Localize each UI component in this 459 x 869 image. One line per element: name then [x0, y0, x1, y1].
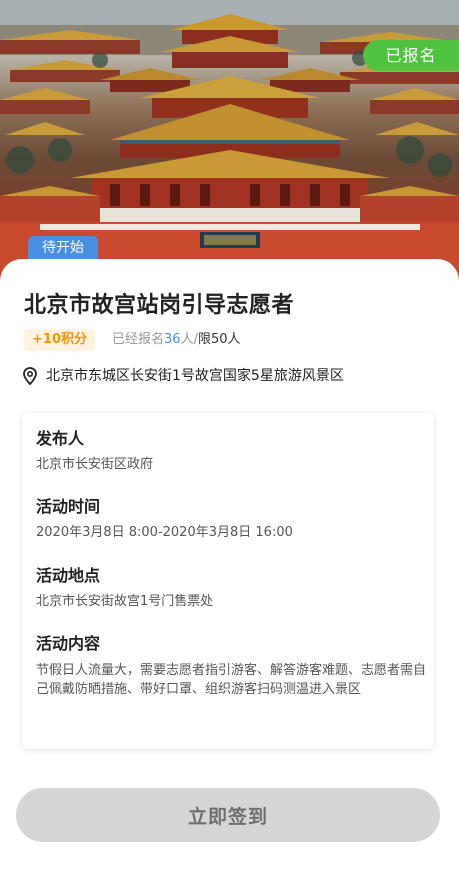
publisher-value: 北京市长安街区政府: [36, 457, 154, 472]
activity-info-card: 发布人 北京市长安街区政府 活动时间 2020年3月8日 8:00-2020年3…: [22, 413, 434, 749]
activity-detail-sheet: 北京市故宫站岗引导志愿者 +10积分 已经报名36人/限50人 北京市东城区长安…: [0, 259, 459, 869]
location-value: 北京市长安街故宫1号门售票处: [36, 594, 214, 609]
time-value: 2020年3月8日 8:00-2020年3月8日 16:00: [36, 525, 293, 540]
address-text: 北京市东城区长安街1号故宫国家5星旅游风景区: [46, 368, 344, 384]
activity-state-badge: 待开始: [28, 236, 98, 260]
content-value: 节假日人流量大，需要志愿者指引游客、解答游客难题、志愿者需自己佩戴防晒措施、带好…: [36, 663, 427, 697]
registered-unit: 人: [180, 332, 194, 347]
time-label: 活动时间: [36, 497, 101, 516]
registration-limit: 限50人: [197, 332, 241, 347]
signin-button[interactable]: 立即签到: [16, 788, 440, 842]
registered-count: 36: [164, 332, 181, 347]
points-badge: +10积分: [24, 329, 95, 351]
registered-prefix: 已经报名: [112, 332, 165, 347]
content-label: 活动内容: [36, 634, 101, 653]
publisher-label: 发布人: [36, 429, 85, 448]
registration-summary: 已经报名36人/限50人: [112, 329, 241, 351]
hero-image: 已报名 待开始: [0, 0, 459, 290]
registered-status-badge: 已报名: [363, 40, 459, 71]
activity-title: 北京市故宫站岗引导志愿者: [24, 293, 295, 318]
activity-address[interactable]: 北京市东城区长安街1号故宫国家5星旅游风景区: [22, 366, 344, 386]
location-pin-icon: [23, 367, 37, 385]
location-label: 活动地点: [36, 566, 101, 585]
